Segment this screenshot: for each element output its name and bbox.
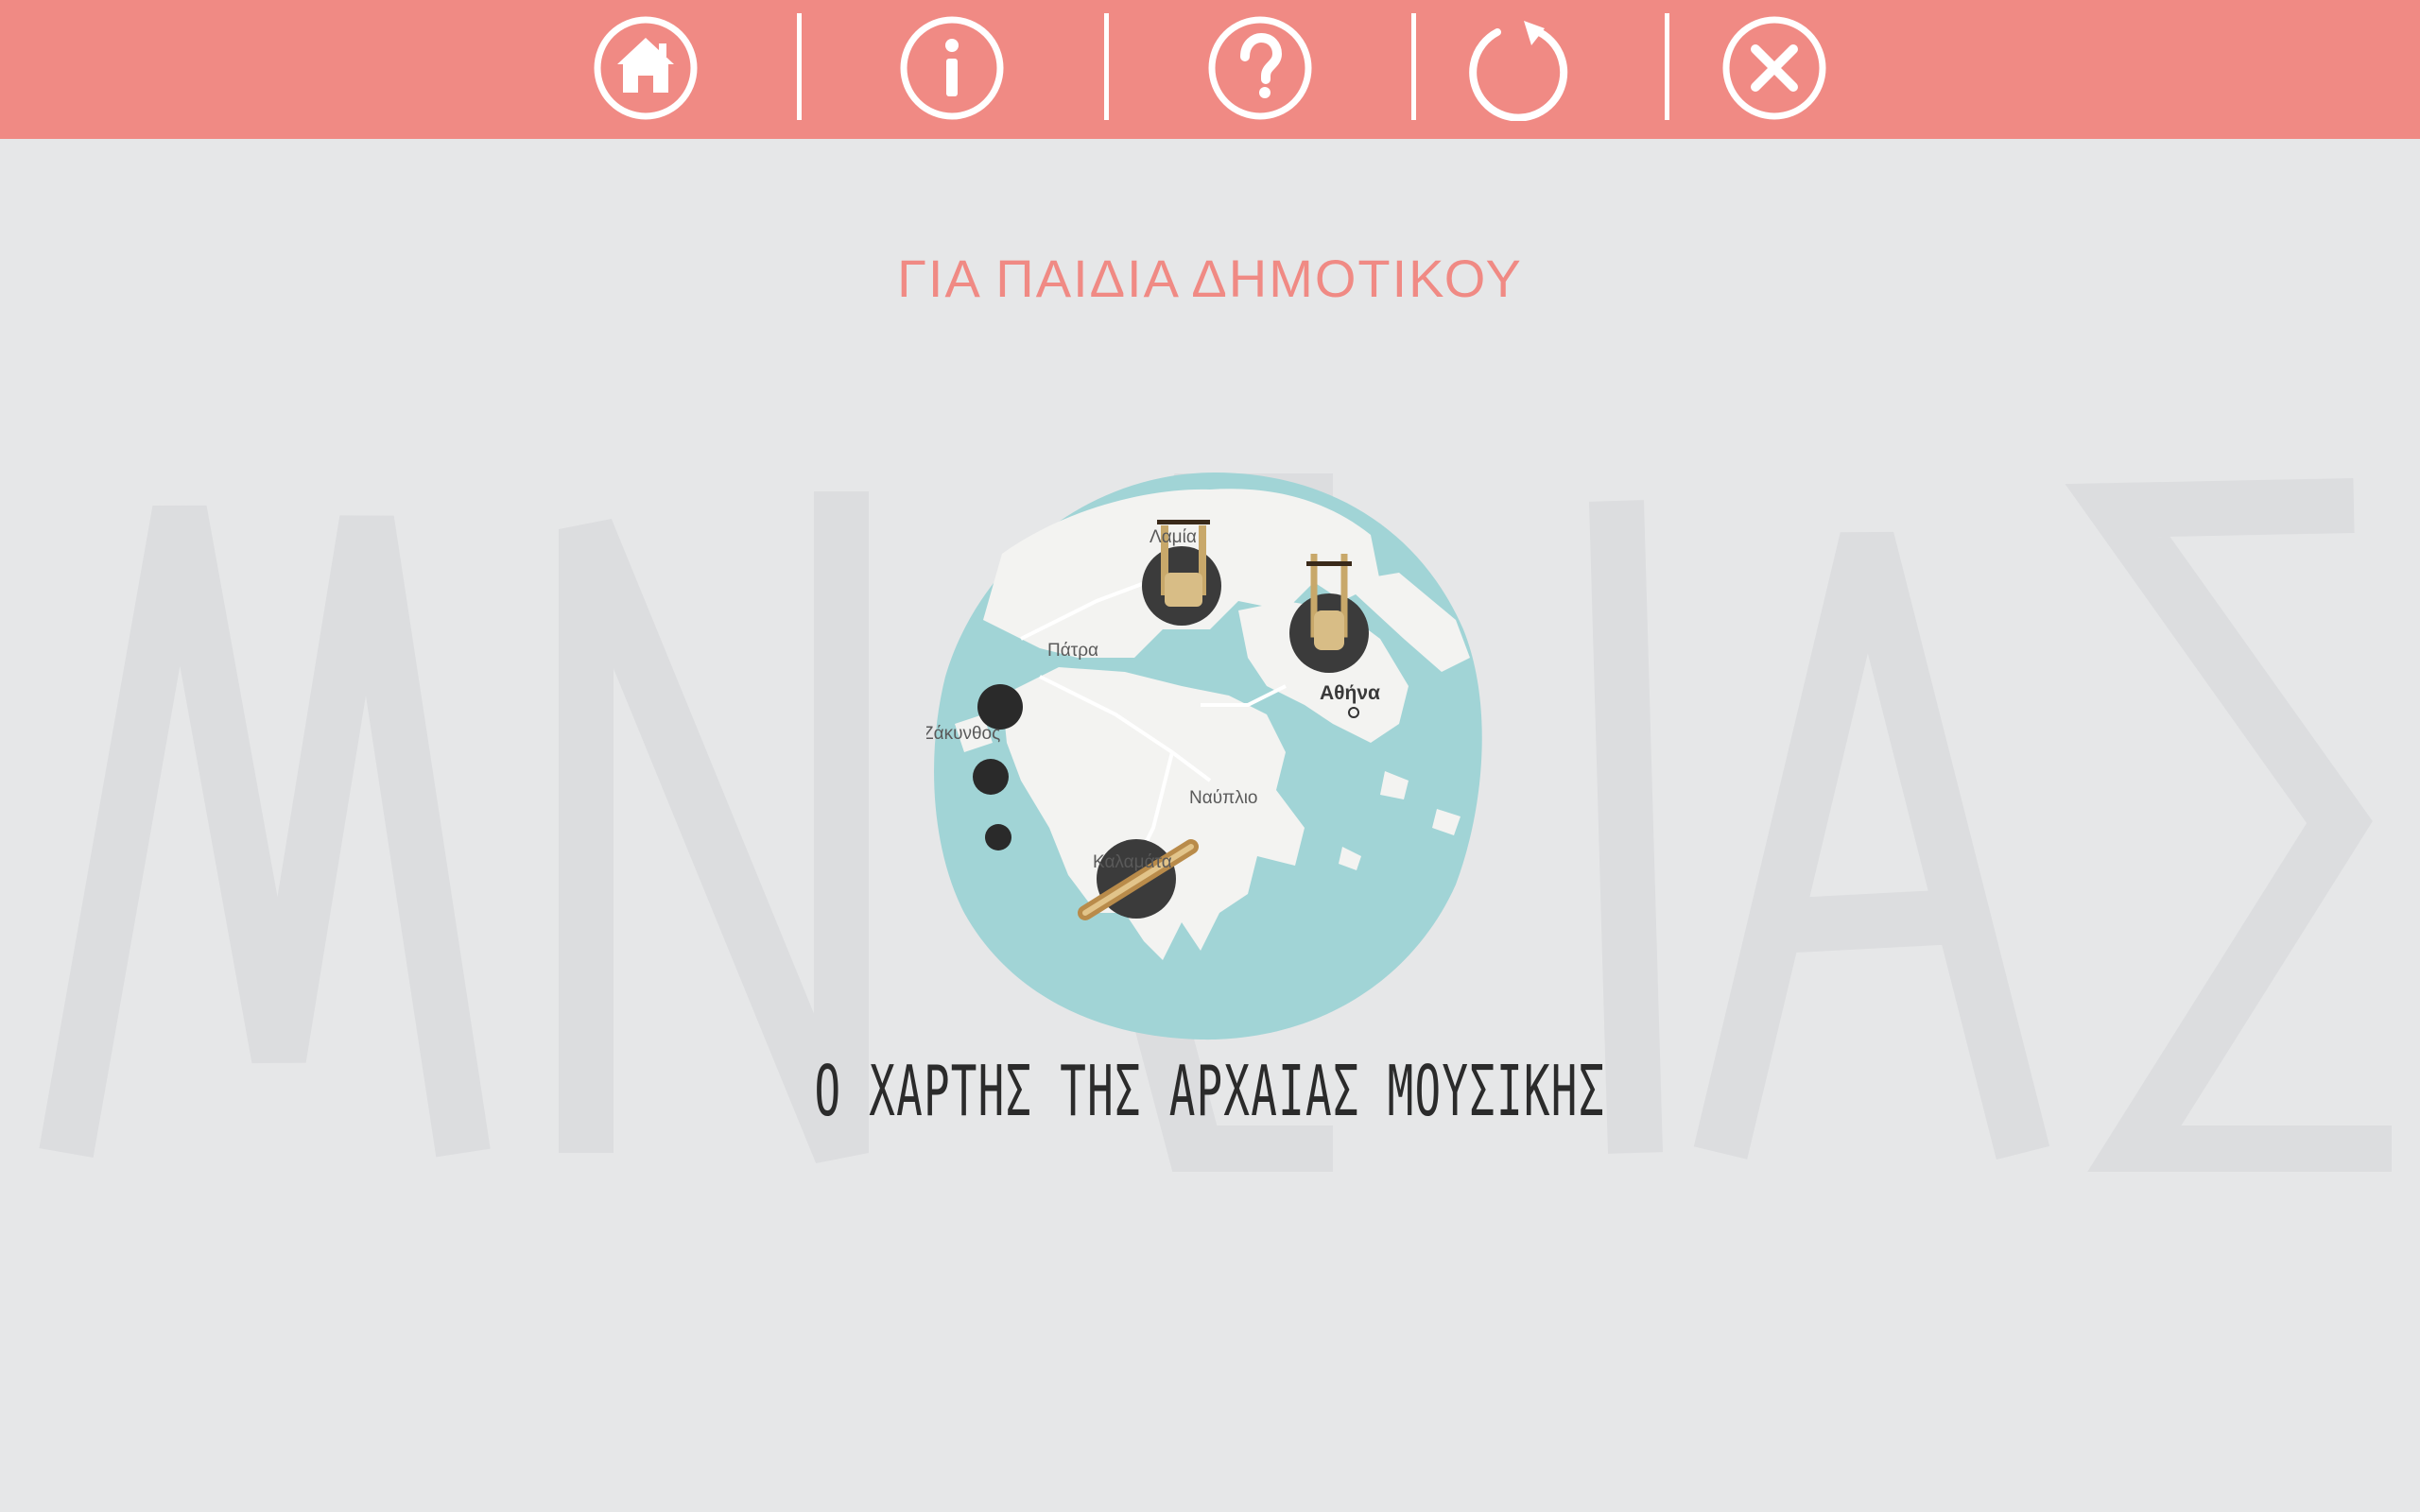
map-marker-zakynthos[interactable] (977, 684, 1023, 730)
map-label-lamia: Λαμία (1150, 527, 1197, 547)
map-marker-zakynthos-2[interactable] (973, 759, 1009, 795)
help-button[interactable] (1207, 15, 1313, 121)
map-graphic: Λαμία Πάτρα Αθήνα Ζάκυνθος Ναύπλιο Καλαμ… (926, 472, 1482, 1040)
map-title[interactable]: Ο ΧΑΡΤΗΣ ΤΗΣ ΑΡΧΑΙΑΣ ΜΟΥΣΙΚΗΣ (459, 1051, 1960, 1132)
restart-button[interactable] (1465, 15, 1571, 121)
top-toolbar (0, 0, 2420, 139)
help-icon (1208, 16, 1312, 120)
refresh-icon (1469, 21, 1568, 121)
info-button[interactable] (899, 15, 1005, 121)
toolbar-separator (797, 13, 802, 120)
home-icon (594, 16, 698, 120)
map-label-kalamata: Καλαμάτα (1093, 852, 1172, 872)
toolbar-separator (1665, 13, 1669, 120)
map-marker-zakynthos-3[interactable] (985, 824, 1011, 850)
map-label-zakynthos: Ζάκυνθος (926, 724, 1000, 744)
close-icon (1722, 16, 1826, 120)
page-subtitle: ΓΙΑ ΠΑΙΔΙΑ ΔΗΜΟΤΙΚΟΥ (897, 249, 1523, 308)
home-button[interactable] (593, 15, 699, 121)
toolbar-separator (1104, 13, 1109, 120)
ancient-music-map[interactable]: Λαμία Πάτρα Αθήνα Ζάκυνθος Ναύπλιο Καλαμ… (926, 469, 1494, 1045)
info-icon (900, 16, 1004, 120)
map-label-athina: Αθήνα (1320, 682, 1380, 704)
toolbar-separator (1411, 13, 1416, 120)
map-label-nafplio: Ναύπλιο (1189, 788, 1258, 808)
map-label-patra: Πάτρα (1047, 641, 1098, 661)
close-button[interactable] (1721, 15, 1827, 121)
